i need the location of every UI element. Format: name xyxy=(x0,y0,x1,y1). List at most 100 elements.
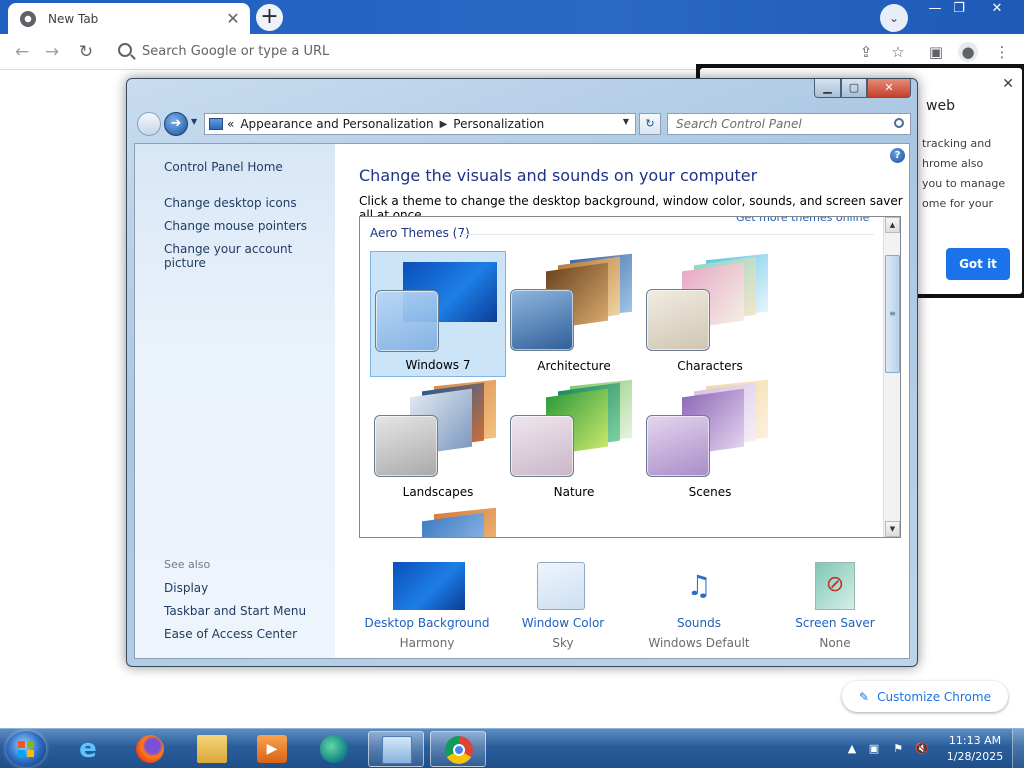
scroll-up-arrow-icon[interactable]: ▲ xyxy=(885,217,900,233)
bubble-line: you to manage xyxy=(922,177,1006,190)
cp-forward-button[interactable]: ➜ xyxy=(164,112,188,136)
reload-icon[interactable]: ↻ xyxy=(74,41,98,63)
bubble-line: hrome also xyxy=(922,157,984,170)
taskbar-chrome[interactable] xyxy=(430,731,486,767)
system-clock[interactable]: 11:13 AM 1/28/2025 xyxy=(940,733,1010,765)
customize-chrome-button[interactable]: ✎ Customize Chrome xyxy=(842,681,1008,712)
screen-saver-icon[interactable]: ⊘ xyxy=(815,562,855,610)
theme-label: Characters xyxy=(677,359,743,373)
see-also-display[interactable]: Display xyxy=(164,581,208,595)
network-icon[interactable]: ▣ xyxy=(866,741,882,757)
cp-maximize-button[interactable]: ▢ xyxy=(841,79,867,98)
new-tab-button[interactable]: + xyxy=(256,4,283,31)
omnibox[interactable]: Search Google or type a URL xyxy=(108,38,848,66)
theme-landscapes[interactable]: Landscapes xyxy=(370,377,506,503)
cp-minimize-button[interactable]: ▁ xyxy=(814,79,841,98)
cp-search-placeholder: Search Control Panel xyxy=(676,117,802,131)
tab-search-button[interactable]: ⌄ xyxy=(880,4,908,32)
taskbar-media-player[interactable]: ▶ xyxy=(244,731,300,767)
customize-label: Customize Chrome xyxy=(877,689,991,704)
setting-value: Windows Default xyxy=(648,636,750,650)
screen-saver-setting[interactable]: ⊘ Screen Saver None xyxy=(767,554,903,654)
cp-back-button[interactable] xyxy=(137,112,161,136)
address-dropdown-icon[interactable]: ▼ xyxy=(623,117,629,126)
theme-characters[interactable]: Characters xyxy=(642,251,778,377)
tab-new-tab[interactable]: New Tab ✕ xyxy=(8,3,250,34)
action-center-flag-icon[interactable]: ⚑ xyxy=(890,741,906,757)
setting-name[interactable]: Screen Saver xyxy=(767,616,903,630)
sidebar-change-account-picture[interactable]: Change your account picture xyxy=(164,242,335,270)
taskbar-edge[interactable] xyxy=(306,731,362,767)
desktop-background-icon[interactable] xyxy=(393,562,465,610)
search-icon[interactable] xyxy=(894,118,904,128)
cp-refresh-button[interactable]: ↻ xyxy=(639,113,661,135)
taskbar-internet-explorer[interactable]: e xyxy=(60,731,116,767)
sidebar-change-mouse-pointers[interactable]: Change mouse pointers xyxy=(164,219,307,233)
theme-scenes[interactable]: Scenes xyxy=(642,377,778,503)
taskbar-firefox[interactable] xyxy=(122,731,178,767)
volume-muted-icon[interactable]: 🔇 xyxy=(914,741,930,757)
desktop-background-setting[interactable]: Desktop Background Harmony xyxy=(359,554,495,654)
show-desktop-button[interactable] xyxy=(1012,729,1024,768)
themes-list[interactable]: Get more themes online Aero Themes (7) W… xyxy=(359,216,901,538)
breadcrumb-arrow-icon[interactable]: ▶ xyxy=(440,119,448,130)
side-panel-icon[interactable]: ▣ xyxy=(926,42,946,62)
see-also-ease-of-access[interactable]: Ease of Access Center xyxy=(164,627,297,641)
close-tab-icon[interactable]: ✕ xyxy=(224,9,242,28)
cp-address-bar[interactable]: « Appearance and Personalization ▶ Perso… xyxy=(204,113,636,135)
cp-sidebar: Control Panel Home Change desktop icons … xyxy=(135,144,335,658)
sounds-icon[interactable]: ♫ xyxy=(675,562,723,610)
cp-close-button[interactable]: ✕ xyxy=(867,79,911,98)
clock-date: 1/28/2025 xyxy=(946,750,1004,763)
control-panel-icon xyxy=(209,118,223,130)
sidebar-change-desktop-icons[interactable]: Change desktop icons xyxy=(164,196,297,210)
menu-kebab-icon[interactable]: ⋮ xyxy=(992,42,1012,62)
forward-icon[interactable]: → xyxy=(40,41,64,63)
cp-search-input[interactable]: Search Control Panel xyxy=(667,113,911,135)
window-color-icon[interactable] xyxy=(537,562,585,610)
taskbar-control-panel[interactable] xyxy=(368,731,424,767)
group-divider xyxy=(460,234,874,235)
close-bubble-icon[interactable]: ✕ xyxy=(1002,76,1014,92)
theme-nature[interactable]: Nature xyxy=(506,377,642,503)
theme-label: Windows 7 xyxy=(405,358,471,372)
window-color-setting[interactable]: Window Color Sky xyxy=(495,554,631,654)
scroll-thumb[interactable]: ≡ xyxy=(885,255,900,373)
setting-name[interactable]: Window Color xyxy=(495,616,631,630)
close-window-button[interactable]: ✕ xyxy=(982,0,1012,20)
aero-themes-group-label[interactable]: Aero Themes (7) xyxy=(370,226,470,240)
breadcrumb-prefix[interactable]: « xyxy=(227,117,234,131)
theme-architecture[interactable]: Architecture xyxy=(506,251,642,377)
theme-label: Landscapes xyxy=(402,485,474,499)
theme-partial[interactable] xyxy=(370,503,506,537)
bubble-title: web xyxy=(926,98,955,114)
show-hidden-icons-chevron-icon[interactable]: ▲ xyxy=(844,741,860,757)
got-it-button[interactable]: Got it xyxy=(946,248,1010,280)
sidebar-control-panel-home[interactable]: Control Panel Home xyxy=(164,160,283,174)
theme-glass-swatch xyxy=(510,415,574,477)
see-also-taskbar[interactable]: Taskbar and Start Menu xyxy=(164,604,306,618)
control-panel-window: ▁ ▢ ✕ ➜ ▼ « Appearance and Personalizati… xyxy=(126,78,918,667)
scroll-down-arrow-icon[interactable]: ▼ xyxy=(885,521,900,537)
get-more-themes-link[interactable]: Get more themes online xyxy=(736,217,869,224)
recent-pages-icon[interactable]: ▼ xyxy=(191,117,197,126)
file-explorer-icon xyxy=(197,735,227,763)
profile-icon[interactable]: ● xyxy=(958,42,978,62)
share-icon[interactable]: ⇪ xyxy=(856,42,876,62)
setting-name[interactable]: Desktop Background xyxy=(359,616,495,630)
themes-scrollbar[interactable]: ▲ ≡ ▼ xyxy=(883,217,900,537)
taskbar-file-explorer[interactable] xyxy=(184,731,240,767)
start-button[interactable] xyxy=(6,731,46,767)
bubble-line: tracking and xyxy=(922,137,992,150)
setting-name[interactable]: Sounds xyxy=(631,616,767,630)
sounds-setting[interactable]: ♫ Sounds Windows Default xyxy=(631,554,767,654)
restore-button[interactable]: ❐ xyxy=(944,0,974,20)
breadcrumb-personalization[interactable]: Personalization xyxy=(453,117,544,131)
breadcrumb-appearance[interactable]: Appearance and Personalization xyxy=(240,117,433,131)
see-also-heading: See also xyxy=(164,558,211,571)
help-icon[interactable]: ? xyxy=(890,148,905,163)
theme-label: Nature xyxy=(553,485,595,499)
back-icon[interactable]: ← xyxy=(10,41,34,63)
bookmark-star-icon[interactable]: ☆ xyxy=(888,42,908,62)
theme-windows-7[interactable]: Windows 7 xyxy=(370,251,506,377)
